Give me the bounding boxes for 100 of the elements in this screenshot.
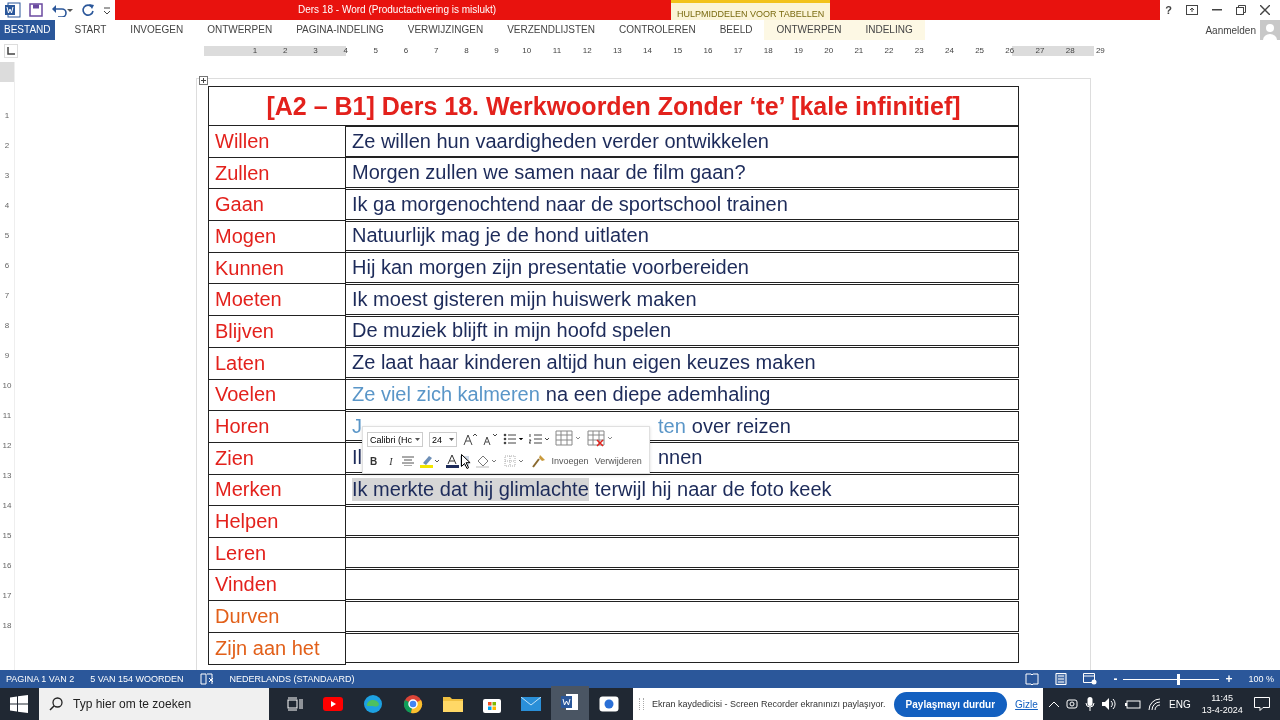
ruler-number: 6: [402, 46, 410, 56]
ribbon-tab[interactable]: VERWIJZINGEN: [395, 20, 496, 40]
mouse-cursor-icon: [461, 454, 471, 469]
zoom-out-button[interactable]: -: [1113, 672, 1118, 686]
sentence-text: De muziek blijft in mijn hoofd spelen: [352, 319, 672, 343]
word-count[interactable]: 5 VAN 154 WOORDEN: [90, 674, 184, 684]
zoom-in-button[interactable]: +: [1225, 672, 1233, 686]
read-mode-icon[interactable]: [1025, 673, 1040, 685]
ruler-number: 14: [642, 46, 653, 56]
ribbon-tab[interactable]: PAGINA-INDELING: [284, 20, 396, 40]
clock-date[interactable]: 13-4-2024: [1201, 704, 1243, 716]
window-title: Ders 18 - Word (Productactivering is mislukt): [298, 4, 497, 15]
folder-icon[interactable]: [443, 696, 463, 712]
save-icon[interactable]: [29, 3, 43, 17]
ribbon-tab[interactable]: INDELING: [853, 20, 925, 40]
sentence-text: Ik moest gisteren mijn huiswerk maken: [352, 287, 697, 311]
ruler-number: 11: [1, 411, 13, 422]
ribbon-tab[interactable]: VERZENDLIJSTEN: [495, 20, 607, 40]
word-taskbar-icon[interactable]: [551, 686, 589, 720]
redo-icon[interactable]: [81, 3, 95, 17]
taskbar-search-field[interactable]: Typ hier om te zoeken: [39, 688, 269, 720]
verb-cell: Vinden: [208, 569, 346, 601]
verb-cell: Durven: [208, 600, 346, 633]
tab-selector-icon[interactable]: [4, 44, 18, 58]
word-logo-icon[interactable]: [5, 2, 21, 18]
chevron-up-icon[interactable]: [1049, 701, 1059, 707]
ruler-number: 28: [1064, 46, 1076, 56]
clock-time[interactable]: 11:45: [1211, 692, 1234, 704]
verb-cell: Blijven: [208, 315, 346, 348]
ribbon-tab[interactable]: ONTWERPEN: [195, 20, 285, 40]
ruler-number: 7: [3, 291, 11, 302]
ribbon-tab[interactable]: BEELD: [707, 20, 765, 40]
wifi-icon[interactable]: [1148, 698, 1162, 710]
verb-cell: Laten: [208, 347, 346, 379]
minimize-icon[interactable]: [1212, 9, 1222, 11]
dropdown-arrow-icon[interactable]: [415, 437, 420, 441]
microphone-icon[interactable]: [1085, 697, 1095, 711]
video-app-icon[interactable]: [323, 697, 343, 711]
speaker-icon[interactable]: [1102, 698, 1118, 710]
shrink-font-icon[interactable]: [483, 433, 497, 445]
format-painter-icon[interactable]: [531, 454, 546, 468]
highlighter-icon[interactable]: [419, 454, 440, 468]
ruler-number: 12: [1, 441, 13, 452]
proofing-icon[interactable]: [199, 673, 214, 685]
ruler-number: 15: [672, 46, 684, 56]
help-button[interactable]: ?: [1165, 4, 1172, 16]
start-icon[interactable]: [10, 695, 28, 713]
italic-button[interactable]: I: [386, 455, 396, 467]
customize-icon[interactable]: [103, 5, 111, 15]
task-view-icon[interactable]: [287, 697, 303, 711]
ruler-number: 10: [1, 381, 13, 392]
ribbon-tab[interactable]: ONTWERPEN: [764, 20, 854, 40]
shading-icon[interactable]: [475, 454, 498, 468]
sentence-text: Il: [352, 446, 362, 470]
ruler-number: 16: [702, 46, 714, 56]
delete-table-icon[interactable]: [587, 430, 613, 448]
grow-font-icon[interactable]: [463, 433, 477, 445]
page-count[interactable]: PAGINA 1 VAN 2: [6, 674, 75, 684]
numbered-list-icon[interactable]: [529, 433, 549, 445]
insert-button[interactable]: Invoegen: [551, 456, 589, 466]
dropdown-arrow-icon[interactable]: [449, 437, 454, 441]
notifications-icon[interactable]: [1253, 697, 1270, 711]
vertical-ruler[interactable]: 1 2 3 4 5 6 7 8 9 10 11 12 13 14 15 16 17 18: [0, 62, 15, 670]
camera-icon[interactable]: [1066, 698, 1078, 710]
battery-icon[interactable]: [1125, 699, 1141, 709]
screen-recorder-icon[interactable]: [599, 696, 619, 712]
ruler-number: 5: [372, 46, 380, 56]
sentence-text: Hij kan morgen zijn presentatie voorbereiden: [352, 256, 749, 280]
ribbon-display-icon[interactable]: [1186, 5, 1198, 15]
language-status[interactable]: NEDERLANDS (STANDAARD): [229, 674, 355, 684]
ruler-number: 22: [883, 46, 895, 56]
verb-cell: Willen: [208, 125, 346, 158]
ribbon-tab[interactable]: BESTAND: [0, 20, 55, 40]
bold-button[interactable]: B: [367, 455, 381, 467]
font-dropdown[interactable]: Calibri (Hc: [367, 431, 423, 447]
size-dropdown[interactable]: 24: [429, 431, 457, 447]
ruler-number: 10: [521, 46, 533, 56]
ribbon-tab[interactable]: INVOEGEN: [118, 20, 196, 40]
hide-link[interactable]: Gizle: [1015, 698, 1038, 710]
chrome-icon[interactable]: [403, 694, 423, 714]
zoom-level[interactable]: 100 %: [1248, 674, 1274, 684]
bullet-list-icon[interactable]: [503, 433, 523, 445]
browser-icon[interactable]: [363, 694, 383, 714]
print-layout-icon[interactable]: [1055, 673, 1068, 685]
ruler-number: 13: [1, 471, 13, 482]
ruler-number: 13: [611, 46, 623, 56]
web-layout-icon[interactable]: [1083, 673, 1098, 685]
undo-icon[interactable]: [51, 3, 73, 17]
delete-button[interactable]: Verwijderen: [594, 456, 642, 466]
input-language[interactable]: ENG: [1169, 698, 1191, 710]
restore-icon[interactable]: [1236, 5, 1246, 15]
ribbon-tab[interactable]: CONTROLEREN: [606, 20, 708, 40]
ruler-number: 9: [3, 351, 11, 362]
sign-in-link[interactable]: Aanmelden: [1205, 24, 1256, 36]
ruler-number: 17: [732, 46, 744, 56]
ribbon-tab[interactable]: START: [62, 20, 119, 40]
stop-sharing-button[interactable]: Paylaşmayı durdur: [893, 691, 1008, 717]
ruler-number: 20: [823, 46, 835, 56]
table-move-handle-icon[interactable]: [199, 76, 208, 85]
close-icon[interactable]: [1260, 5, 1270, 15]
